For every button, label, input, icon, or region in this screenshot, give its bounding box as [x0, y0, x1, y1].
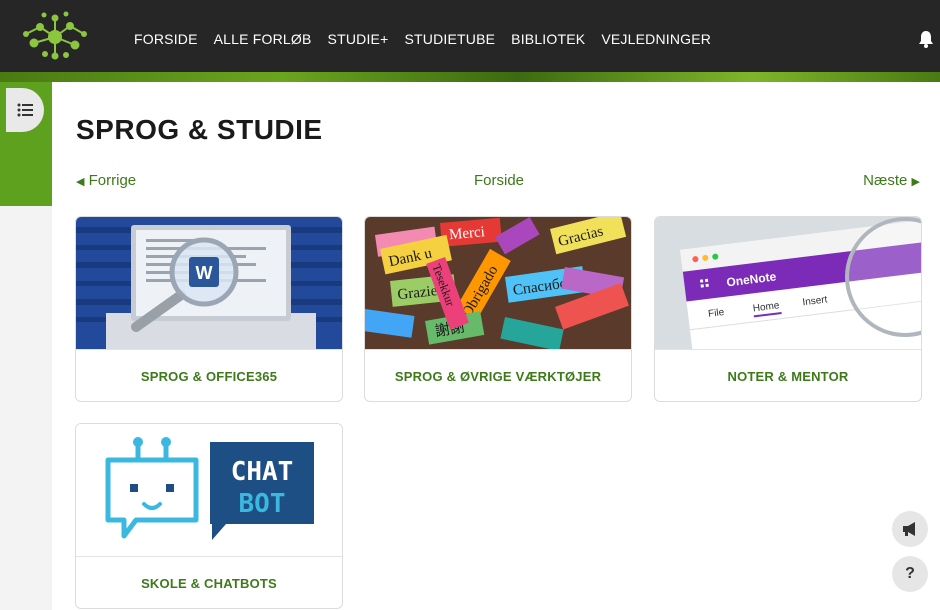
card-image-thank-you-words: Merci Dank u Gracias Grazie Obrigado Спа… — [365, 217, 631, 349]
list-icon — [17, 103, 33, 117]
card-title: SPROG & OFFICE365 — [76, 349, 342, 401]
main-nav: FORSIDE ALLE FORLØB STUDIE+ STUDIETUBE B… — [134, 31, 727, 47]
bell-icon[interactable] — [918, 30, 934, 48]
tab-file: File — [708, 307, 726, 320]
page-title: SPROG & STUDIE — [76, 114, 323, 145]
bot-text: BOT — [239, 489, 286, 519]
card-title: SKOLE & CHATBOTS — [76, 556, 342, 608]
chat-text: CHAT — [231, 457, 294, 487]
prev-label: Forrige — [88, 172, 137, 189]
prev-link[interactable]: ◀ Forrige — [76, 172, 136, 189]
word-icon: W — [196, 263, 213, 283]
logo[interactable] — [18, 10, 92, 64]
card-title: NOTER & MENTOR — [655, 349, 921, 401]
nav-studietube[interactable]: STUDIETUBE — [404, 31, 495, 47]
home-link[interactable]: Forside — [474, 172, 524, 189]
announcement-button[interactable] — [892, 511, 928, 547]
nav-bibliotek[interactable]: BIBLIOTEK — [511, 31, 585, 47]
top-navbar: FORSIDE ALLE FORLØB STUDIE+ STUDIETUBE B… — [0, 0, 940, 72]
nav-forside[interactable]: FORSIDE — [134, 31, 198, 47]
nav-vejledninger[interactable]: VEJLEDNINGER — [601, 31, 711, 47]
card-image-chatbot: CHAT BOT — [76, 424, 342, 556]
header-banner-strip — [0, 72, 940, 82]
course-card-noter-mentor[interactable]: OneNote File Home Insert NOTER & MENTOR — [654, 216, 922, 402]
help-button[interactable]: ? — [892, 556, 928, 592]
caret-left-icon: ◀ — [76, 176, 85, 188]
course-card-vaerktoejer[interactable]: Merci Dank u Gracias Grazie Obrigado Спа… — [364, 216, 632, 402]
course-card-office365[interactable]: W SPROG & OFFICE365 — [75, 216, 343, 402]
nav-alle-forloeb[interactable]: ALLE FORLØB — [214, 31, 312, 47]
caret-right-icon: ▶ — [911, 176, 920, 188]
next-link[interactable]: Næste ▶ — [863, 172, 920, 189]
megaphone-icon — [903, 522, 915, 536]
word-merci: Merci — [448, 224, 485, 243]
nav-studie-plus[interactable]: STUDIE+ — [328, 31, 389, 47]
course-card-chatbots[interactable]: CHAT BOT SKOLE & CHATBOTS — [75, 423, 343, 609]
left-gutter — [0, 206, 52, 610]
card-image-onenote: OneNote File Home Insert — [655, 217, 921, 349]
next-label: Næste — [863, 172, 908, 189]
card-title: SPROG & ØVRIGE VÆRKTØJER — [365, 349, 631, 401]
card-image-office365: W — [76, 217, 342, 349]
